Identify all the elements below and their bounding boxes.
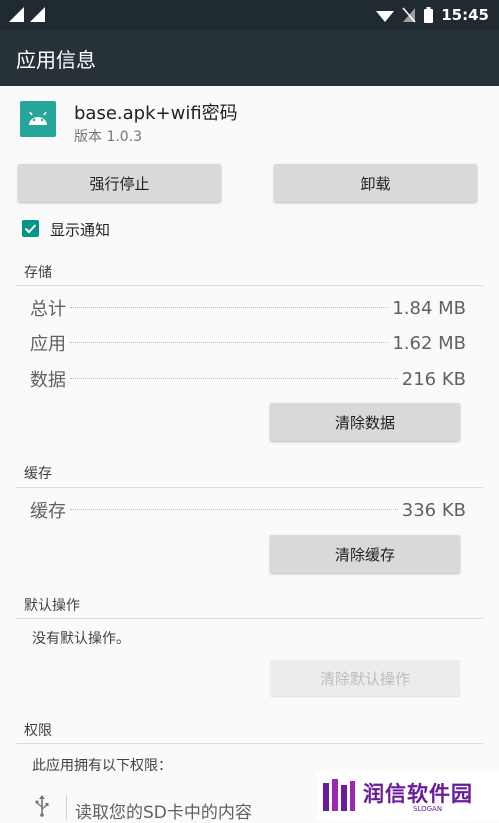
permissions-text: 此应用拥有以下权限： — [32, 758, 172, 774]
signal-icon — [30, 7, 45, 22]
row-value: 1.84 MB — [392, 297, 466, 319]
check-icon — [24, 224, 37, 234]
wifi-icon — [376, 11, 395, 22]
logo-icon — [323, 779, 355, 811]
page-title: 应用信息 — [16, 48, 96, 72]
signal-icon — [9, 7, 24, 22]
watermark-slogan: SLOGAN — [413, 805, 443, 813]
uninstall-button[interactable]: 卸载 — [274, 164, 477, 202]
divider — [16, 487, 483, 488]
clear-defaults-button[interactable]: 清除默认操作 — [270, 660, 460, 696]
row-label: 总计 — [30, 299, 66, 320]
default-actions-header: 默认操作 — [24, 598, 80, 614]
row-label: 缓存 — [30, 501, 66, 522]
status-bar: 15:45 — [0, 0, 499, 30]
row-value: 1.62 MB — [392, 332, 466, 354]
status-time: 15:45 — [441, 6, 489, 24]
cache-header: 缓存 — [24, 466, 52, 482]
row-value: 216 KB — [401, 368, 466, 390]
watermark: 润信软件园 SLOGAN — [317, 772, 499, 820]
storage-row-total: 总计 1.84 MB — [30, 295, 466, 321]
app-bar: 应用信息 — [0, 30, 499, 86]
row-label: 应用 — [30, 334, 66, 355]
clear-data-button[interactable]: 清除数据 — [270, 403, 460, 441]
divider — [16, 618, 483, 619]
storage-row-data: 数据 216 KB — [30, 366, 466, 392]
show-notifications-checkbox[interactable] — [22, 220, 39, 237]
battery-icon — [424, 7, 434, 23]
usb-icon — [35, 795, 49, 817]
app-version: 版本 1.0.3 — [74, 129, 143, 145]
clear-cache-button[interactable]: 清除缓存 — [270, 535, 460, 573]
divider — [66, 795, 67, 820]
cache-row: 缓存 336 KB — [30, 497, 466, 523]
divider — [16, 285, 483, 286]
show-notifications-label: 显示通知 — [50, 221, 111, 239]
permission-item: 读取您的SD卡中的内容 — [75, 803, 252, 823]
storage-row-app: 应用 1.62 MB — [30, 330, 466, 356]
permissions-header: 权限 — [24, 723, 52, 739]
row-value: 336 KB — [401, 499, 466, 521]
android-icon — [20, 101, 56, 137]
watermark-name: 润信软件园 — [363, 782, 473, 806]
divider — [16, 743, 483, 744]
app-name: base.apk+wifi密码 — [74, 103, 238, 124]
storage-header: 存储 — [24, 265, 52, 281]
row-label: 数据 — [30, 370, 66, 391]
default-actions-text: 没有默认操作。 — [32, 631, 130, 647]
no-sim-icon — [402, 7, 416, 23]
force-stop-button[interactable]: 强行停止 — [18, 164, 221, 202]
